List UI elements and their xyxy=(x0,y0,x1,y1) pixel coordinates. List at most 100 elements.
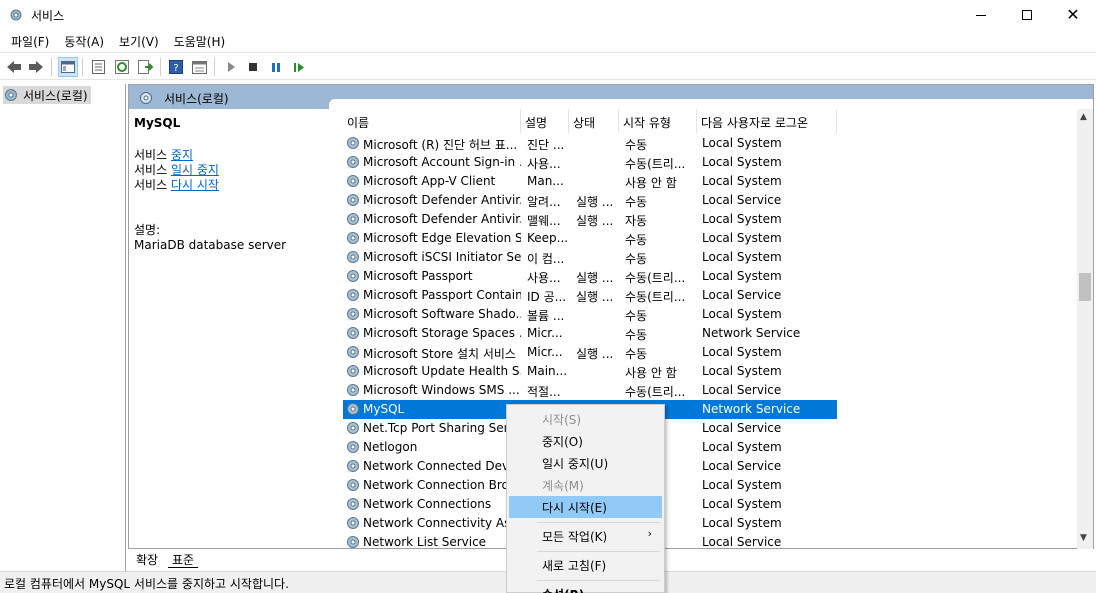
menu-item-resume[interactable]: 계속(M) xyxy=(509,474,662,496)
cell-logon-as: Local System xyxy=(702,136,782,150)
show-tree-icon xyxy=(61,61,75,73)
cell-name: Network Connected Device xyxy=(363,459,521,473)
cell-description: 맬웨... xyxy=(527,214,561,228)
table-row[interactable]: Microsoft Update Health S... Main... 사용 안 … xyxy=(343,362,837,381)
cell-name: Microsoft Defender Antivir... xyxy=(363,193,521,207)
cell-name: Microsoft Account Sign-in ... xyxy=(363,155,521,169)
menu-item-stop[interactable]: 중지(O) xyxy=(509,430,662,452)
cell-description: 사용... xyxy=(527,157,561,171)
service-gear-icon xyxy=(347,232,359,244)
cell-description: ID 공... xyxy=(527,290,567,304)
minimize-button[interactable] xyxy=(958,0,1004,30)
close-button[interactable]: ✕ xyxy=(1050,0,1096,30)
toolbar-separator xyxy=(82,58,83,76)
table-row[interactable]: Microsoft Windows SMS ... 적절... 수동(트리... Lo… xyxy=(343,381,837,400)
menu-item-all-tasks[interactable]: 모든 작업(K) › xyxy=(509,525,662,547)
vertical-scrollbar[interactable]: ▲ ▼ xyxy=(1077,109,1093,549)
cell-status: 실행 ... xyxy=(576,347,614,361)
cell-logon-as: Local System xyxy=(702,497,782,511)
cell-logon-as: Local System xyxy=(702,155,782,169)
menu-separator xyxy=(537,551,660,552)
scroll-down-icon[interactable]: ▼ xyxy=(1080,533,1087,543)
table-row[interactable]: Microsoft Edge Elevation S... Keep... 수동 Lo… xyxy=(343,229,837,248)
table-row[interactable]: Microsoft Account Sign-in ... 사용... 수동(트리.… xyxy=(343,153,837,172)
stop-service-button[interactable] xyxy=(243,57,263,77)
pause-service-button[interactable] xyxy=(266,57,286,77)
restart-link[interactable]: 다시 시작 xyxy=(171,178,219,192)
cell-logon-as: Network Service xyxy=(702,326,801,340)
cell-logon-as: Local System xyxy=(702,516,782,530)
show-tree-button[interactable] xyxy=(58,57,78,77)
menu-item-properties[interactable]: 속성(R) xyxy=(509,583,662,593)
table-row[interactable]: Microsoft Passport Container ID 공... 실행 ..… xyxy=(343,286,837,305)
selected-service-name: MySQL xyxy=(134,116,181,130)
column-header-logon-as[interactable]: 다음 사용자로 로그온 xyxy=(697,109,837,133)
table-row[interactable]: Microsoft Storage Spaces ... Micr... 수동 Net… xyxy=(343,324,837,343)
back-button[interactable] xyxy=(4,57,24,77)
service-gear-icon xyxy=(347,536,359,548)
panel-title: 서비스(로컬) xyxy=(164,92,229,106)
column-header-startup-type[interactable]: 시작 유형 xyxy=(619,109,697,133)
view-icon xyxy=(191,60,207,74)
properties-button[interactable] xyxy=(88,57,108,77)
restart-service-button[interactable] xyxy=(289,57,309,77)
toolbar: ? xyxy=(0,52,1096,80)
service-gear-icon xyxy=(347,479,359,491)
cell-startup-type: 자동 xyxy=(625,214,648,228)
menu-item-restart[interactable]: 다시 시작(E) xyxy=(509,496,662,518)
tree-node-services-local[interactable]: 서비스(로컬) xyxy=(3,86,91,104)
refresh-button[interactable] xyxy=(112,57,132,77)
menu-item-pause[interactable]: 일시 중지(U) xyxy=(509,452,662,474)
cell-description: 진단 ... xyxy=(527,138,565,152)
cell-logon-as: Local Service xyxy=(702,459,782,473)
maximize-button[interactable] xyxy=(1004,0,1050,30)
menu-item-start[interactable]: 시작(S) xyxy=(509,408,662,430)
services-gear-icon xyxy=(5,89,17,101)
action-stop-line: 서비스 중지 xyxy=(134,148,324,163)
scroll-up-icon[interactable]: ▲ xyxy=(1080,112,1087,122)
toolbar-separator xyxy=(214,58,215,76)
table-row[interactable]: Microsoft Store 설치 서비스 Micr... 실행 ... 수동 Loc… xyxy=(343,343,837,362)
menu-item-refresh[interactable]: 새로 고침(F) xyxy=(509,554,662,576)
pause-link[interactable]: 일시 중지 xyxy=(171,163,219,177)
service-gear-icon xyxy=(347,270,359,282)
table-row[interactable]: Microsoft Defender Antivir... 맬웨... 실행 ...… xyxy=(343,210,837,229)
tab-standard[interactable]: 표준 xyxy=(168,549,199,568)
menu-view[interactable]: 보기(V) xyxy=(112,30,167,52)
table-row[interactable]: Microsoft (R) 진단 허브 표... 진단 ... 수동 Local Sy… xyxy=(343,134,837,153)
pause-service-icon xyxy=(272,62,280,72)
table-row[interactable]: Microsoft Passport 사용... 실행 ... 수동(트리... Loc… xyxy=(343,267,837,286)
forward-button[interactable] xyxy=(26,57,46,77)
table-row[interactable]: Microsoft iSCSI Initiator Se... 이 컴... 수동 L… xyxy=(343,248,837,267)
scrollbar-thumb[interactable] xyxy=(1079,273,1091,301)
menu-file[interactable]: 파일(F) xyxy=(4,30,57,52)
table-row[interactable]: Microsoft Defender Antivir... 알려... 실행 ...… xyxy=(343,191,837,210)
cell-description: 사용... xyxy=(527,271,561,285)
cell-description: 볼륨 ... xyxy=(527,309,565,323)
view-button[interactable] xyxy=(189,57,209,77)
cell-logon-as: Local System xyxy=(702,212,782,226)
tab-extended[interactable]: 확장 xyxy=(132,549,163,568)
service-prefix: 서비스 xyxy=(134,163,168,177)
cell-description: Man... xyxy=(527,174,564,188)
help-button[interactable]: ? xyxy=(166,57,186,77)
cell-logon-as: Local System xyxy=(702,250,782,264)
table-row[interactable]: Microsoft Software Shado... 볼륨 ... 수동 Local… xyxy=(343,305,837,324)
cell-name: Microsoft Storage Spaces ... xyxy=(363,326,521,340)
menu-separator xyxy=(537,580,660,581)
cell-name: Microsoft Update Health S... xyxy=(363,364,521,378)
service-gear-icon xyxy=(347,289,359,301)
services-gear-icon xyxy=(10,9,22,21)
cell-logon-as: Local System xyxy=(702,231,782,245)
column-header-status[interactable]: 상태 xyxy=(569,109,619,133)
column-header-description[interactable]: 설명 xyxy=(521,109,569,133)
menu-action[interactable]: 동작(A) xyxy=(57,30,112,52)
start-service-button[interactable] xyxy=(221,57,241,77)
column-header-name[interactable]: ^ 이름 xyxy=(343,109,521,133)
stop-link[interactable]: 중지 xyxy=(171,148,193,162)
toolbar-separator xyxy=(160,58,161,76)
export-button[interactable] xyxy=(135,57,155,77)
table-row[interactable]: Microsoft App-V Client Man... 사용 안 함 Local … xyxy=(343,172,837,191)
menu-help[interactable]: 도움말(H) xyxy=(167,30,234,52)
